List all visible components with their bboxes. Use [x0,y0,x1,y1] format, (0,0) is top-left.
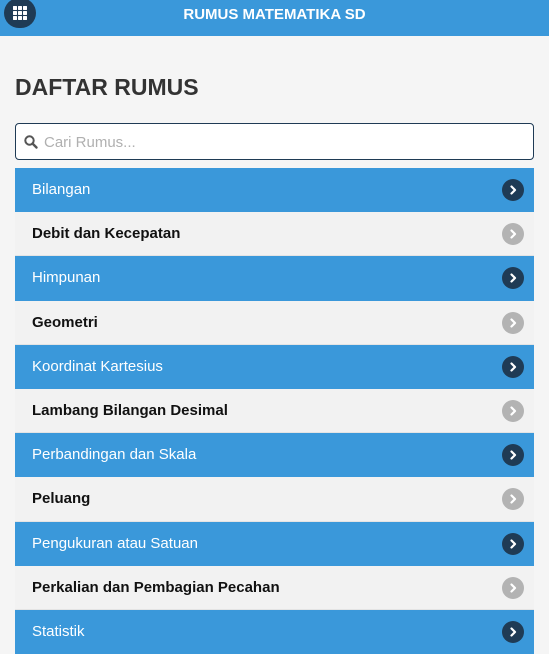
chevron-right-icon [502,355,524,378]
list-item-label: Koordinat Kartesius [32,357,163,375]
list-item[interactable]: Lambang Bilangan Desimal [15,388,534,434]
list-item[interactable]: Geometri [15,300,534,345]
chevron-right-icon [502,267,524,290]
page-title: DAFTAR RUMUS [15,74,199,100]
list-item[interactable]: Koordinat Kartesius [15,344,534,389]
chevron-right-icon [502,311,524,334]
formula-list: Bilangan Debit dan Kecepatan Himpunan Geome… [15,168,534,654]
list-item[interactable]: Perbandingan dan Skala [15,433,534,478]
list-item[interactable]: Perkalian dan Pembagian Pecahan [15,565,534,610]
list-item[interactable]: Bilangan [15,168,534,213]
list-item-label: Himpunan [32,269,101,287]
search-box[interactable] [15,123,534,160]
list-item-label: Perkalian dan Pembagian Pecahan [32,578,280,596]
chevron-right-icon [502,223,524,246]
list-item-label: Lambang Bilangan Desimal [32,402,228,420]
chevron-right-icon [502,399,524,422]
chevron-right-icon [502,444,524,467]
list-item[interactable]: Pengukuran atau Satuan [15,521,534,566]
list-item-label: Geometri [32,313,98,331]
search-icon [24,135,38,149]
list-item-label: Pengukuran atau Satuan [32,534,198,552]
chevron-right-icon [502,179,524,201]
app-header: RUMUS MATEMATIKA SD [0,0,549,36]
list-item-label: Bilangan [32,181,91,199]
list-item-label: Debit dan Kecepatan [32,225,181,243]
chevron-right-icon [502,576,524,599]
chevron-right-icon [502,532,524,555]
list-item[interactable]: Himpunan [15,256,534,301]
search-input[interactable] [44,128,524,156]
chevron-right-icon [502,488,524,511]
app-title: RUMUS MATEMATIKA SD [183,6,366,23]
list-item-label: Peluang [32,490,91,508]
chevron-right-icon [502,620,524,643]
list-item[interactable]: Statistik [15,609,534,654]
list-item-label: Statistik [32,622,85,640]
list-item[interactable]: Debit dan Kecepatan [15,212,534,257]
list-item[interactable]: Peluang [15,477,534,522]
list-item-label: Perbandingan dan Skala [32,446,197,464]
